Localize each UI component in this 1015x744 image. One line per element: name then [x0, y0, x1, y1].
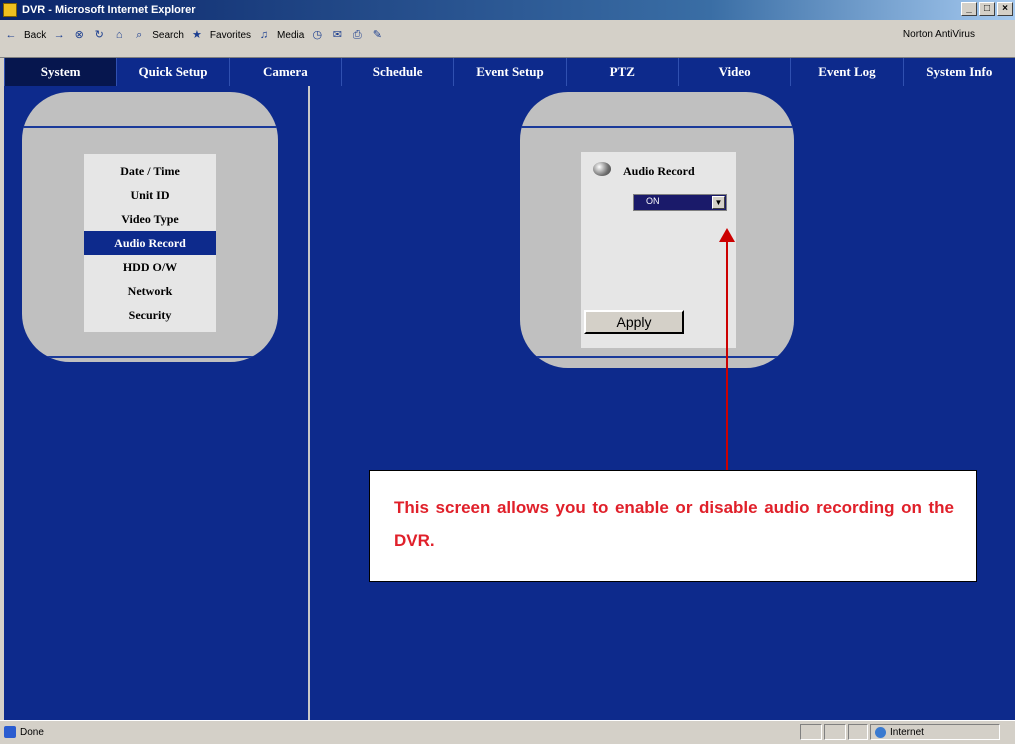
- sidebar-item-hdd-ow[interactable]: HDD O/W: [84, 255, 216, 279]
- browser-window: DVR - Microsoft Internet Explorer _ □ × …: [0, 0, 1015, 744]
- globe-icon: [875, 726, 886, 738]
- sidebar-item-video-type[interactable]: Video Type: [84, 207, 216, 231]
- annotation-line: [726, 242, 728, 470]
- favorites-button[interactable]: Favorites: [210, 30, 251, 41]
- divider: [520, 356, 794, 358]
- mail-icon[interactable]: ✉: [330, 28, 344, 42]
- back-arrow-icon[interactable]: ←: [4, 28, 18, 42]
- annotation-callout: This screen allows you to enable or disa…: [369, 470, 977, 582]
- page-icon: [4, 726, 16, 738]
- audio-record-label: Audio Record: [623, 164, 695, 178]
- tab-schedule[interactable]: Schedule: [340, 58, 453, 86]
- norton-antivirus-button[interactable]: Norton AntiVirus: [903, 29, 975, 40]
- tab-system-info[interactable]: System Info: [902, 58, 1015, 86]
- search-button[interactable]: Search: [152, 30, 184, 41]
- arrow-up-icon: [719, 228, 735, 242]
- stop-icon[interactable]: ⊗: [72, 28, 86, 42]
- maximize-button[interactable]: □: [979, 2, 995, 16]
- main-content: Date / Time Unit ID Video Type Audio Rec…: [4, 86, 1015, 720]
- divider: [22, 126, 278, 128]
- divider: [22, 356, 278, 358]
- tab-quick-setup[interactable]: Quick Setup: [116, 58, 228, 86]
- media-button[interactable]: Media: [277, 30, 304, 41]
- dvr-nav-bar: System Quick Setup Camera Schedule Event…: [4, 58, 1015, 86]
- ie-toolbar: ← Back → ⊗ ↻ ⌂ ⌕ Search ★ Favorites ♫ Me…: [0, 20, 1015, 58]
- status-cell: [800, 724, 822, 740]
- minimize-button[interactable]: _: [961, 2, 977, 16]
- audio-settings-form: Audio Record ON ▼ Apply: [581, 152, 736, 348]
- forward-arrow-icon[interactable]: →: [52, 28, 66, 42]
- left-pane: Date / Time Unit ID Video Type Audio Rec…: [4, 86, 310, 720]
- chevron-down-icon[interactable]: ▼: [712, 196, 725, 209]
- sidebar-panel: Date / Time Unit ID Video Type Audio Rec…: [22, 92, 278, 362]
- history-icon[interactable]: ◷: [310, 28, 324, 42]
- sidebar-item-audio-record[interactable]: Audio Record: [84, 231, 216, 255]
- sidebar-item-date-time[interactable]: Date / Time: [84, 159, 216, 183]
- status-cell: [848, 724, 868, 740]
- refresh-icon[interactable]: ↻: [92, 28, 106, 42]
- close-button[interactable]: ×: [997, 2, 1013, 16]
- search-icon[interactable]: ⌕: [132, 28, 146, 42]
- tab-system[interactable]: System: [4, 58, 117, 86]
- status-text: Done: [20, 726, 44, 738]
- audio-record-select-value: ON: [646, 196, 660, 206]
- back-button[interactable]: Back: [24, 30, 46, 41]
- security-zone: Internet: [870, 724, 1000, 740]
- audio-record-select[interactable]: ON ▼: [633, 194, 727, 211]
- favorites-icon[interactable]: ★: [190, 28, 204, 42]
- audio-settings-panel: Audio Record ON ▼ Apply: [520, 92, 794, 368]
- window-title: DVR - Microsoft Internet Explorer: [22, 4, 196, 16]
- tab-video[interactable]: Video: [677, 58, 790, 86]
- ie-icon: [3, 3, 17, 17]
- sidebar-item-security[interactable]: Security: [84, 303, 216, 327]
- sidebar-item-network[interactable]: Network: [84, 279, 216, 303]
- status-bar: Done Internet: [0, 720, 1015, 744]
- home-icon[interactable]: ⌂: [112, 28, 126, 42]
- title-bar: DVR - Microsoft Internet Explorer _ □ ×: [0, 0, 1015, 20]
- tab-camera[interactable]: Camera: [228, 58, 341, 86]
- sidebar-menu: Date / Time Unit ID Video Type Audio Rec…: [84, 154, 216, 332]
- audio-record-radio[interactable]: [593, 162, 611, 176]
- tab-ptz[interactable]: PTZ: [565, 58, 678, 86]
- zone-label: Internet: [890, 726, 924, 738]
- media-icon[interactable]: ♫: [257, 28, 271, 42]
- tab-event-setup[interactable]: Event Setup: [453, 58, 565, 86]
- print-icon[interactable]: ⎙: [350, 28, 364, 42]
- edit-icon[interactable]: ✎: [370, 28, 384, 42]
- tab-event-log[interactable]: Event Log: [790, 58, 902, 86]
- sidebar-item-unit-id[interactable]: Unit ID: [84, 183, 216, 207]
- status-cell: [824, 724, 846, 740]
- apply-button[interactable]: Apply: [584, 310, 684, 334]
- divider: [520, 126, 794, 128]
